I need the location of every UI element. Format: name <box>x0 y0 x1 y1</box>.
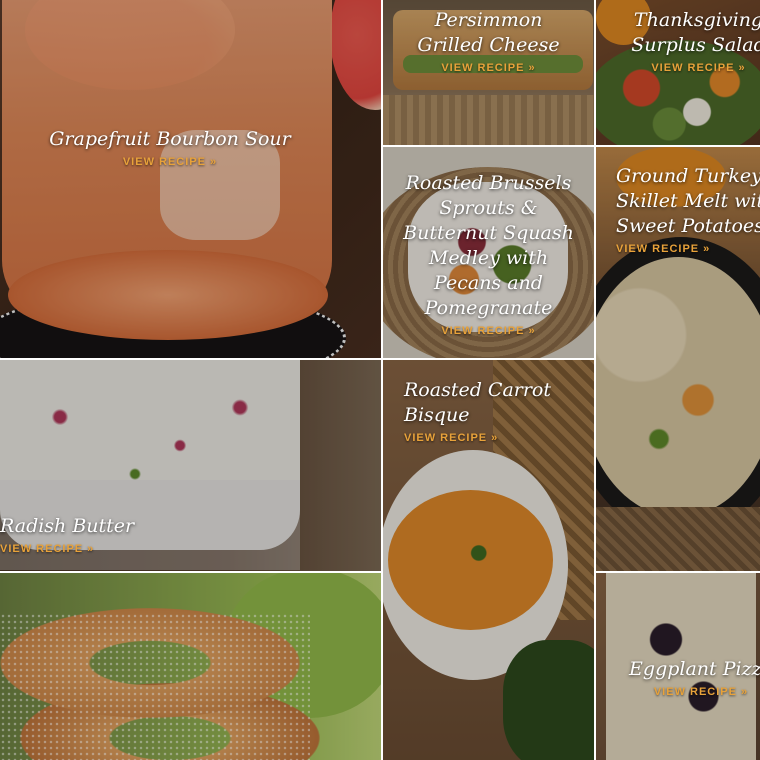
recipe-title: Roasted Carrot Bisque <box>404 379 552 426</box>
recipe-title: Persimmon Grilled Cheese <box>417 9 560 56</box>
recipe-caption: Eggplant Pizza VIEW RECIPE » <box>616 657 760 700</box>
view-recipe-link[interactable]: VIEW RECIPE » <box>404 432 498 444</box>
recipe-tile-ground-turkey-skillet-melt[interactable]: Ground Turkey Skillet Melt with Sweet Po… <box>596 147 760 571</box>
recipe-title: Roasted Brussels Sprouts & Butternut Squ… <box>403 172 574 319</box>
recipe-caption: Radish Butter VIEW RECIPE » <box>0 514 250 557</box>
view-recipe-link[interactable]: VIEW RECIPE » <box>616 243 710 255</box>
view-recipe-link[interactable]: VIEW RECIPE » <box>441 62 535 74</box>
view-recipe-link[interactable]: VIEW RECIPE » <box>0 543 94 555</box>
recipe-tile-persimmon-grilled-cheese[interactable]: Persimmon Grilled Cheese VIEW RECIPE » <box>383 0 594 145</box>
recipe-tile-radish-butter[interactable]: Radish Butter VIEW RECIPE » <box>0 360 381 571</box>
recipe-caption: Roasted Brussels Sprouts & Butternut Squ… <box>383 171 594 339</box>
recipe-tile-roasted-brussels-sprouts[interactable]: Roasted Brussels Sprouts & Butternut Squ… <box>383 147 594 358</box>
view-recipe-link[interactable]: VIEW RECIPE » <box>651 62 745 74</box>
view-recipe-link[interactable]: VIEW RECIPE » <box>654 686 748 698</box>
recipe-title: Ground Turkey Skillet Melt with Sweet Po… <box>616 165 760 237</box>
view-recipe-link[interactable]: VIEW RECIPE » <box>441 325 535 337</box>
recipe-caption: Persimmon Grilled Cheese VIEW RECIPE » <box>383 8 594 76</box>
recipe-tile-apple-rings[interactable] <box>0 573 381 760</box>
recipe-caption: Grapefruit Bourbon Sour VIEW RECIPE » <box>0 127 340 170</box>
recipe-caption: Roasted Carrot Bisque VIEW RECIPE » <box>404 378 594 446</box>
recipe-title: Radish Butter <box>0 515 135 537</box>
recipe-tile-roasted-carrot-bisque[interactable]: Roasted Carrot Bisque VIEW RECIPE » <box>383 360 594 760</box>
recipe-caption: Thanksgiving Surplus Salad VIEW RECIPE » <box>596 8 760 76</box>
recipe-grid: Grapefruit Bourbon Sour VIEW RECIPE » Pe… <box>0 0 760 760</box>
recipe-title: Grapefruit Bourbon Sour <box>49 128 291 150</box>
view-recipe-link[interactable]: VIEW RECIPE » <box>123 156 217 168</box>
recipe-tile-eggplant-pizza[interactable]: Eggplant Pizza VIEW RECIPE » <box>596 573 760 760</box>
recipe-title: Eggplant Pizza <box>629 658 760 680</box>
recipe-tile-grapefruit-bourbon-sour[interactable]: Grapefruit Bourbon Sour VIEW RECIPE » <box>0 0 381 358</box>
recipe-title: Thanksgiving Surplus Salad <box>631 9 760 56</box>
recipe-tile-thanksgiving-surplus-salad[interactable]: Thanksgiving Surplus Salad VIEW RECIPE » <box>596 0 760 145</box>
recipe-caption: Ground Turkey Skillet Melt with Sweet Po… <box>616 164 760 257</box>
